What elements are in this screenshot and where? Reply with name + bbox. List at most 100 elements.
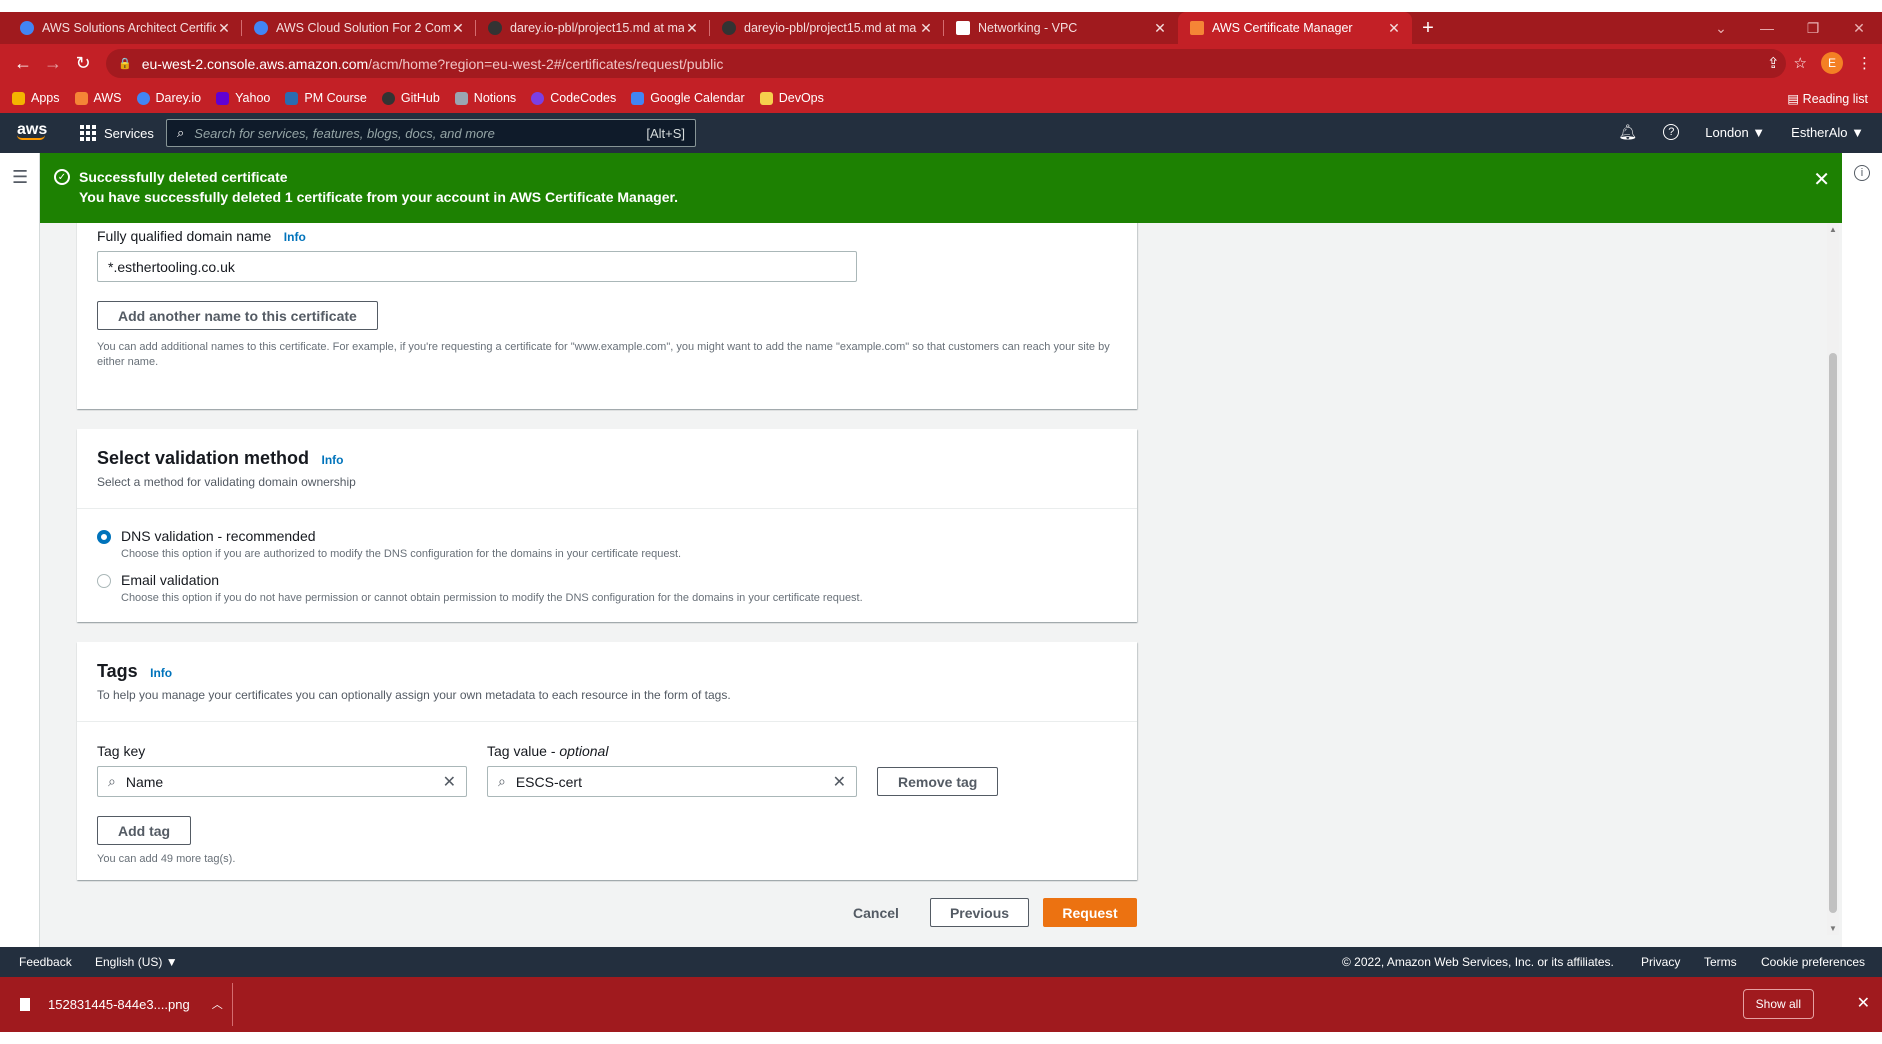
scroll-up-icon[interactable]: ▲ <box>1829 225 1837 234</box>
option-description: Choose this option if you are authorized… <box>121 548 682 560</box>
additional-names-hint: You can add additional names to this cer… <box>97 341 1110 368</box>
search-icon: ⌕ <box>108 773 116 789</box>
previous-button[interactable]: Previous <box>930 898 1029 927</box>
url-field[interactable]: 🔒 eu-west-2.console.aws.amazon.com/acm/h… <box>106 49 1786 78</box>
info-link[interactable]: Info <box>150 666 172 680</box>
option-label: DNS validation - recommended <box>121 528 316 544</box>
tag-key-label: Tag key <box>97 743 146 759</box>
bookmark-github[interactable]: GitHub <box>381 91 440 105</box>
clear-icon[interactable]: ✕ <box>443 772 456 792</box>
close-tab-icon[interactable]: ✕ <box>450 20 466 37</box>
services-menu[interactable]: Services <box>80 125 154 141</box>
fqdn-input[interactable]: *.esthertooling.co.uk <box>97 251 857 282</box>
browser-tab-bar: AWS Solutions Architect Certifica ✕ AWS … <box>0 12 1882 44</box>
tab-title: Networking - VPC <box>978 21 1078 35</box>
region-selector[interactable]: London ▼ <box>1705 125 1765 140</box>
account-menu[interactable]: EstherAlo ▼ <box>1791 125 1864 140</box>
close-window-icon[interactable]: ✕ <box>1836 20 1882 37</box>
close-tab-icon[interactable]: ✕ <box>1386 20 1402 37</box>
bookmark-notions[interactable]: Notions <box>454 91 516 105</box>
menu-kebab-icon[interactable]: ⋮ <box>1857 54 1872 72</box>
aws-search-input[interactable]: ⌕ Search for services, features, blogs, … <box>166 119 696 147</box>
bookmark-apps[interactable]: Apps <box>12 91 60 105</box>
radio-unselected[interactable] <box>97 574 111 588</box>
copyright-text: © 2022, Amazon Web Services, Inc. or its… <box>1342 955 1614 969</box>
download-item[interactable]: 152831445-844e3....png ︿ <box>20 996 223 1012</box>
forward-icon[interactable]: → <box>38 53 68 74</box>
browser-tab[interactable]: Networking - VPC ✕ <box>944 12 1178 44</box>
info-link[interactable]: Info <box>284 230 306 244</box>
minimize-icon[interactable]: — <box>1744 20 1790 36</box>
tag-value-input[interactable]: ⌕ ESCS-cert ✕ <box>487 766 857 797</box>
share-icon[interactable]: ⇪ <box>1767 54 1780 72</box>
profile-avatar[interactable]: E <box>1821 52 1843 74</box>
new-tab-icon[interactable]: + <box>1412 12 1444 44</box>
tab-title: darey.io-pbl/project15.md at ma <box>510 21 684 35</box>
feedback-link[interactable]: Feedback <box>19 955 72 969</box>
bookmark-pm-course[interactable]: PM Course <box>285 91 367 105</box>
request-button[interactable]: Request <box>1043 898 1137 927</box>
tag-key-input[interactable]: ⌕ Name ✕ <box>97 766 467 797</box>
browser-tab-active[interactable]: AWS Certificate Manager ✕ <box>1178 12 1412 44</box>
search-icon: ⌕ <box>177 125 185 140</box>
tab-title: AWS Cloud Solution For 2 Comp <box>276 21 450 35</box>
tag-key-value: Name <box>125 773 164 790</box>
bookmark-label: AWS <box>93 91 122 105</box>
bookmark-aws[interactable]: AWS <box>74 91 122 105</box>
option-description: Choose this option if you do not have pe… <box>121 592 863 604</box>
browser-tab[interactable]: AWS Cloud Solution For 2 Comp ✕ <box>242 12 476 44</box>
info-panel-icon[interactable]: i <box>1854 165 1870 181</box>
star-icon[interactable]: ☆ <box>1794 54 1807 72</box>
browser-tab[interactable]: AWS Solutions Architect Certifica ✕ <box>8 12 242 44</box>
bookmark-darey[interactable]: Darey.io <box>136 91 201 105</box>
cancel-button[interactable]: Cancel <box>853 905 899 921</box>
back-icon[interactable]: ← <box>8 53 38 74</box>
calendar-icon <box>631 91 645 105</box>
tag-value-label: Tag value - optional <box>487 743 609 759</box>
close-tab-icon[interactable]: ✕ <box>918 20 934 37</box>
browser-tab[interactable]: darey.io-pbl/project15.md at ma ✕ <box>476 12 710 44</box>
download-bar: 152831445-844e3....png ︿ Show all ✕ <box>0 977 1882 1032</box>
close-icon[interactable]: ✕ <box>1857 993 1870 1013</box>
folder-icon <box>759 91 773 105</box>
terms-link[interactable]: Terms <box>1704 955 1737 969</box>
services-label: Services <box>104 125 154 141</box>
bookmark-devops[interactable]: DevOps <box>759 91 824 105</box>
clear-icon[interactable]: ✕ <box>833 772 846 792</box>
browser-tab[interactable]: dareyio-pbl/project15.md at ma ✕ <box>710 12 944 44</box>
flash-message: You have successfully deleted 1 certific… <box>79 189 679 205</box>
close-tab-icon[interactable]: ✕ <box>684 20 700 37</box>
close-tab-icon[interactable]: ✕ <box>1152 20 1168 37</box>
page-scrollbar[interactable]: ▲ ▼ <box>1827 223 1839 935</box>
darey-icon <box>136 91 150 105</box>
privacy-link[interactable]: Privacy <box>1641 955 1680 969</box>
bookmark-yahoo[interactable]: Yahoo <box>216 91 270 105</box>
bookmark-label: Google Calendar <box>650 91 745 105</box>
restore-icon[interactable]: ❐ <box>1790 20 1836 37</box>
aws-logo[interactable]: aws <box>17 121 47 140</box>
menu-hamburger-icon[interactable]: ☰ <box>12 167 28 188</box>
radio-selected[interactable] <box>97 530 111 544</box>
info-link[interactable]: Info <box>322 453 344 467</box>
cookie-preferences-link[interactable]: Cookie preferences <box>1761 955 1865 969</box>
chevron-up-icon[interactable]: ︿ <box>212 996 223 1012</box>
language-selector[interactable]: English (US) ▼ <box>95 955 178 969</box>
scrollbar-thumb[interactable] <box>1829 353 1837 913</box>
remove-tag-button[interactable]: Remove tag <box>877 767 999 796</box>
side-nav-collapsed: ☰ <box>0 153 40 947</box>
bookmark-codecodes[interactable]: CodeCodes <box>531 91 616 105</box>
dismiss-icon[interactable]: ✕ <box>1813 167 1830 192</box>
bell-icon[interactable]: 🔔︎ <box>1618 123 1637 141</box>
reload-icon[interactable]: ↻ <box>68 53 98 74</box>
bookmark-google-calendar[interactable]: Google Calendar <box>631 91 745 105</box>
reading-list[interactable]: ▤ Reading list <box>1787 91 1868 106</box>
add-tag-button[interactable]: Add tag <box>97 816 192 845</box>
tag-value-value: ESCS-cert <box>515 773 582 790</box>
show-all-button[interactable]: Show all <box>1742 989 1814 1019</box>
help-icon[interactable]: ? <box>1663 124 1680 140</box>
tab-search-icon[interactable]: ⌄ <box>1698 20 1744 37</box>
add-another-name-button[interactable]: Add another name to this certificate <box>97 301 378 330</box>
close-tab-icon[interactable]: ✕ <box>216 20 232 37</box>
button-label: Previous <box>949 904 1010 921</box>
scroll-down-icon[interactable]: ▼ <box>1829 924 1837 933</box>
